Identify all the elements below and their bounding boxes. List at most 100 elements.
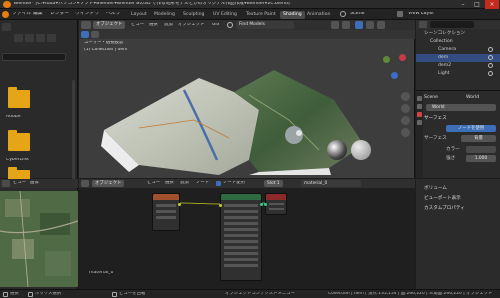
axis-z-icon[interactable]: [391, 72, 398, 79]
mouse-middle-icon: [28, 292, 33, 297]
outliner-scene-collection[interactable]: シーンコレクション: [416, 30, 500, 38]
view-layer-selector[interactable]: View Layer: [408, 12, 434, 17]
shading-rendered-icon[interactable]: [377, 21, 385, 29]
strength-field[interactable]: 1.000: [466, 155, 496, 162]
mouse-left-icon: [3, 292, 8, 297]
menu-gis[interactable]: GIS: [212, 23, 219, 27]
close-icon[interactable]: ×: [485, 0, 499, 9]
axis-y-icon[interactable]: [383, 56, 390, 63]
folder-icon[interactable]: [8, 130, 30, 151]
menu-help[interactable]: ヘルプ: [106, 12, 120, 17]
select-box-icon[interactable]: [81, 31, 89, 38]
surface-panel-header[interactable]: サーフェス: [424, 115, 498, 123]
color-swatch[interactable]: [466, 146, 496, 153]
menu-render[interactable]: レンダー: [50, 12, 69, 17]
menu-view[interactable]: ビュー: [13, 181, 26, 185]
custom-properties-panel-header[interactable]: カスタムプロパティ: [424, 205, 498, 213]
eye-icon[interactable]: [488, 55, 493, 60]
tab-texture-paint[interactable]: Texture Paint: [243, 11, 279, 19]
minimize-icon[interactable]: –: [456, 0, 470, 9]
output-tab-icon[interactable]: [417, 104, 422, 109]
surface-dropdown[interactable]: 背景: [461, 135, 496, 142]
menu-add[interactable]: 追加: [164, 23, 173, 27]
editor-type-icon[interactable]: [81, 21, 91, 29]
maximize-icon[interactable]: □: [470, 0, 484, 9]
tab-modeling[interactable]: Modeling: [151, 11, 178, 19]
refresh-icon[interactable]: [47, 34, 56, 42]
menu-image[interactable]: 画像: [30, 181, 39, 185]
navigation-gizmo[interactable]: [375, 50, 411, 86]
image-editor-panel: ビュー 画像: [0, 179, 78, 289]
folder-label-cyberlink: CyberLink: [6, 158, 29, 162]
outliner-search-input[interactable]: [430, 21, 474, 28]
mode-dropdown[interactable]: オブジェクト: [93, 21, 126, 29]
status-box-select: ボックス選択: [35, 292, 62, 296]
eye-icon[interactable]: [488, 47, 493, 52]
folder-label-adobe: Adobe: [6, 115, 21, 119]
blender-menu-icon[interactable]: [2, 11, 9, 18]
xray-icon[interactable]: [342, 21, 350, 29]
path-field[interactable]: [2, 53, 66, 61]
scrollbar[interactable]: [72, 80, 75, 190]
use-nodes-button[interactable]: ノードを使用: [446, 125, 496, 132]
window-title: Blender* [C:¥data¥パソコン¥ソフト¥Blender¥Blend…: [14, 2, 290, 6]
satellite-image[interactable]: [0, 191, 78, 287]
tab-layout[interactable]: Layout: [128, 11, 150, 19]
menu-window[interactable]: ウィンドウ: [75, 12, 99, 17]
editor-type-icon[interactable]: [2, 180, 10, 187]
shading-solid-icon[interactable]: [355, 21, 363, 29]
material-name-label: material_0: [89, 271, 114, 275]
title-bar: Blender* [C:¥data¥パソコン¥ソフト¥Blender¥Blend…: [0, 0, 500, 9]
scene-selector[interactable]: Scene: [350, 12, 365, 17]
perspective-toggle-icon[interactable]: [401, 128, 410, 137]
object-tab-icon[interactable]: [417, 120, 422, 125]
zoom-icon[interactable]: [401, 92, 410, 101]
volume-panel-header[interactable]: ボリューム: [424, 185, 498, 193]
shading-material-icon[interactable]: [366, 21, 374, 29]
status-bar: 選択 ボックス選択 ビューを回転 オブジェクトコンテクストメニュー Collec…: [0, 289, 500, 298]
top-menu-bar: ファイル 編集 レンダー ウィンドウ ヘルプ Layout Modeling S…: [0, 9, 500, 20]
surface-label: サーフェス: [424, 136, 447, 141]
outliner-filter-icon[interactable]: [419, 21, 427, 28]
tab-uv-editing[interactable]: UV Editing: [210, 11, 240, 19]
menu-edit[interactable]: 編集: [33, 12, 43, 17]
find-models-button[interactable]: Find Models: [236, 21, 294, 29]
mouse-right-icon: [112, 292, 117, 297]
editor-type-icon[interactable]: [2, 23, 11, 31]
menu-view[interactable]: ビュー: [131, 23, 144, 27]
viewport-tool-header: [79, 30, 415, 39]
menu-file[interactable]: ファイル: [12, 12, 31, 17]
tab-animation[interactable]: Animation: [304, 11, 333, 19]
status-select: 選択: [10, 292, 19, 296]
shader-node-editor[interactable]: オブジェクト ビュー 選択 追加 ノード ノード使用 Slot 1 materi…: [79, 179, 415, 289]
eye-icon[interactable]: [488, 71, 493, 76]
forward-icon[interactable]: [25, 34, 34, 42]
pan-icon[interactable]: [401, 104, 410, 113]
tab-sculpting[interactable]: Sculpting: [180, 11, 207, 19]
status-rotate-view: ビューを回転: [119, 292, 146, 296]
globe-icon: [227, 22, 233, 28]
properties-tab-world[interactable]: World: [466, 94, 496, 102]
node-links: [179, 202, 265, 205]
image-editor-header: ビュー 画像: [0, 179, 78, 188]
status-stats: Collection | dem | 頂点:135,154 | 面:266,22…: [328, 292, 493, 296]
render-tab-icon[interactable]: [417, 96, 422, 101]
outliner-properties-panel: シーンコレクション Collection Camera dem dem2 Lig…: [416, 20, 500, 178]
viewport-overlay-icon[interactable]: [331, 21, 339, 29]
folder-icon[interactable]: [8, 87, 30, 108]
transform-icon[interactable]: [91, 31, 99, 38]
world-name-field[interactable]: World: [426, 104, 496, 111]
menu-select[interactable]: 選択: [149, 23, 158, 27]
world-tab-icon[interactable]: [417, 112, 422, 117]
outliner-header: [416, 20, 500, 29]
eye-icon[interactable]: [488, 63, 493, 68]
outliner-item-collection[interactable]: Collection: [416, 38, 500, 46]
axis-x-icon[interactable]: [399, 54, 406, 61]
camera-view-icon[interactable]: [401, 116, 410, 125]
parent-dir-icon[interactable]: [36, 34, 45, 42]
3d-viewport[interactable]: オブジェクト ビュー 選択 追加 オブジェクト GIS Find Models …: [79, 20, 415, 178]
back-icon[interactable]: [14, 34, 23, 42]
viewport-display-panel-header[interactable]: ビューポート表示: [424, 195, 498, 203]
tab-shading[interactable]: Shading: [280, 11, 305, 19]
menu-object[interactable]: オブジェクト: [178, 23, 204, 27]
